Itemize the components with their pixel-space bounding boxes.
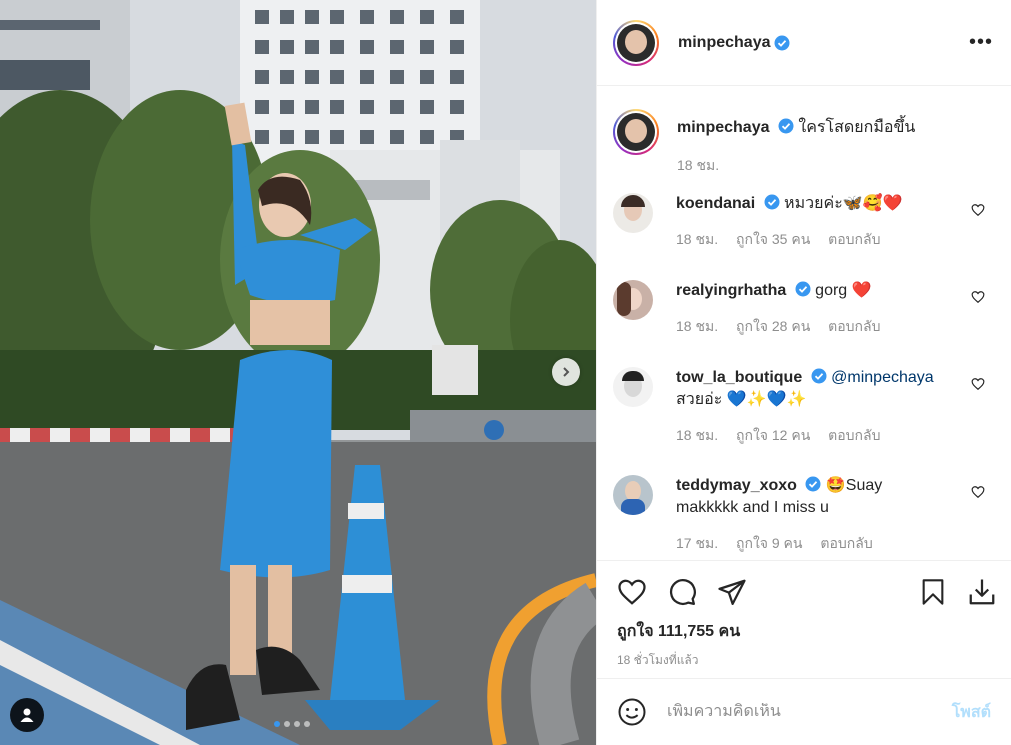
comment-timestamp: 18 ชม. [676, 427, 719, 443]
verified-badge-icon [778, 118, 794, 134]
share-icon[interactable] [717, 577, 747, 607]
avatar[interactable] [613, 193, 653, 233]
comment-timestamp: 17 ชม. [676, 535, 719, 551]
comment-input[interactable] [667, 703, 937, 721]
comment-text: สวยอ่ะ 💙✨💙✨ [676, 391, 807, 408]
more-options-button[interactable]: ••• [969, 32, 993, 52]
heart-icon[interactable] [971, 377, 985, 391]
heart-icon[interactable] [617, 577, 647, 607]
comment-icon[interactable] [667, 577, 697, 607]
comment-text: gorg ❤️ [815, 282, 872, 299]
bookmark-icon[interactable] [919, 577, 947, 607]
next-photo-button[interactable] [552, 358, 580, 386]
heart-icon[interactable] [971, 203, 985, 217]
caption-text: ใครโสดยกมือขึ้น [798, 119, 916, 136]
comment-username[interactable]: realyingrhatha [676, 282, 786, 299]
post-actions: ถูกใจ 111,755 คน 18 ชั่วโมงที่แล้ว [597, 560, 1011, 677]
comment-text-continued: makkkkk and I miss u [676, 499, 829, 516]
carousel-dot [274, 721, 280, 727]
emoji-icon[interactable] [617, 697, 647, 727]
reply-button[interactable]: ตอบกลับ [828, 427, 880, 443]
comments-list[interactable]: minpechaya ใครโสดยกมือขึ้น 18 ชม. koenda… [597, 87, 1011, 555]
post-panel: minpechaya ••• minpechaya ใครโสดยกมือขึ้… [596, 0, 1011, 745]
heart-icon[interactable] [971, 485, 985, 499]
reply-button[interactable]: ตอบกลับ [828, 231, 880, 247]
avatar[interactable] [613, 475, 653, 515]
post-caption: minpechaya ใครโสดยกมือขึ้น 18 ชม. [597, 87, 1011, 193]
header-username[interactable]: minpechaya [678, 34, 770, 52]
carousel-dot [284, 721, 290, 727]
post-photo[interactable] [0, 0, 596, 745]
verified-badge-icon [764, 194, 780, 210]
comment-item: koendanai หมวยค่ะ🦋🥰❤️ 18 ชม. ถูกใจ 35 คน… [597, 193, 1011, 280]
comment-likes[interactable]: ถูกใจ 35 คน [736, 231, 810, 247]
avatar[interactable] [617, 113, 655, 151]
carousel-dot [294, 721, 300, 727]
post-timestamp: 18 ชั่วโมงที่แล้ว [617, 653, 699, 667]
likes-count[interactable]: ถูกใจ 111,755 คน [617, 619, 740, 644]
verified-badge-icon [811, 368, 827, 384]
comment-text: หมวยค่ะ🦋🥰❤️ [784, 195, 903, 212]
comment-likes[interactable]: ถูกใจ 28 คน [736, 318, 810, 334]
tagged-users-button[interactable] [10, 698, 44, 732]
carousel-dot [304, 721, 310, 727]
caption-timestamp: 18 ชม. [677, 157, 720, 173]
reply-button[interactable]: ตอบกลับ [828, 318, 880, 334]
avatar[interactable] [613, 367, 653, 407]
user-tag-icon [20, 708, 34, 722]
caption-username[interactable]: minpechaya [677, 119, 769, 136]
comment-mention[interactable]: @minpechaya [831, 369, 934, 386]
verified-badge-icon [805, 476, 821, 492]
post-header: minpechaya ••• [597, 0, 1011, 86]
comment-username[interactable]: tow_la_boutique [676, 369, 802, 386]
comment-text: 🤩Suay [825, 477, 883, 494]
comment-composer: โพสต์ [597, 678, 1011, 745]
comment-username[interactable]: teddymay_xoxo [676, 477, 797, 494]
photo-scene [0, 0, 596, 745]
download-icon[interactable] [967, 577, 997, 607]
comment-timestamp: 18 ชม. [676, 231, 719, 247]
heart-icon[interactable] [971, 290, 985, 304]
avatar[interactable] [613, 280, 653, 320]
verified-badge-icon [774, 35, 790, 50]
comment-username[interactable]: koendanai [676, 195, 755, 212]
comment-item: realyingrhatha gorg ❤️ 18 ชม. ถูกใจ 28 ค… [597, 280, 1011, 367]
story-ring[interactable] [613, 109, 659, 155]
reply-button[interactable]: ตอบกลับ [820, 535, 872, 551]
comment-likes[interactable]: ถูกใจ 9 คน [736, 535, 803, 551]
chevron-right-icon [563, 367, 570, 377]
comment-likes[interactable]: ถูกใจ 12 คน [736, 427, 810, 443]
carousel-indicator [274, 721, 310, 727]
avatar[interactable] [617, 23, 655, 62]
comment-item: teddymay_xoxo 🤩Suay makkkkk and I miss u… [597, 475, 1011, 555]
story-ring[interactable] [613, 19, 659, 66]
comment-item: tow_la_boutique @minpechaya สวยอ่ะ 💙✨💙✨ … [597, 367, 1011, 475]
comment-timestamp: 18 ชม. [676, 318, 719, 334]
post-comment-button[interactable]: โพสต์ [952, 700, 991, 725]
verified-badge-icon [795, 281, 811, 297]
